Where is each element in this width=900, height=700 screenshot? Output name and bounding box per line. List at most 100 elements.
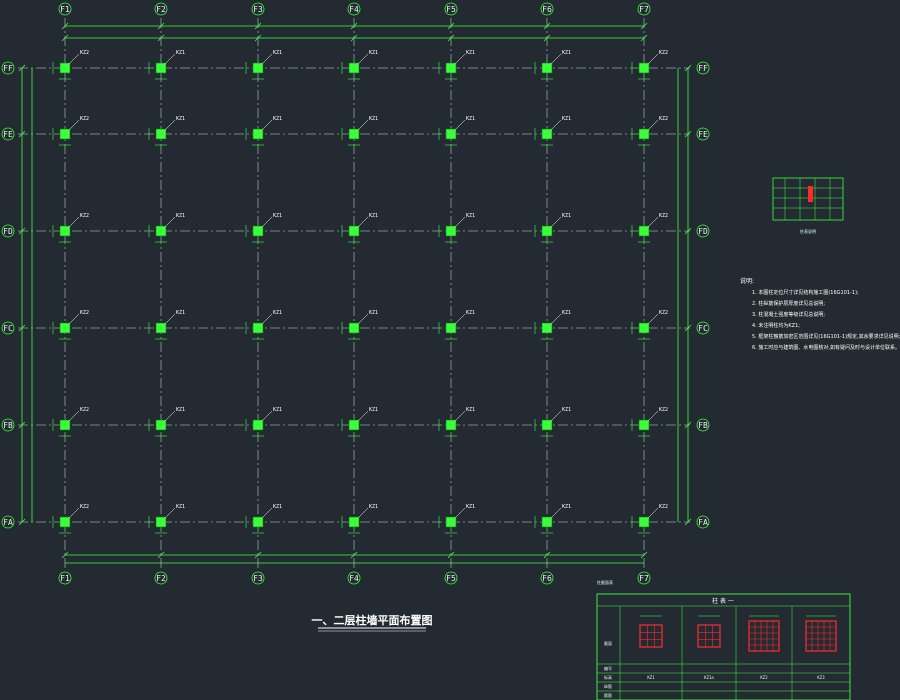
- column-tag: KZ2: [659, 407, 668, 413]
- column-section: [155, 128, 167, 140]
- column-section: [541, 322, 553, 334]
- column: KZ1: [245, 213, 282, 243]
- note-line: 5. 框架柱箍筋加密区范围详见(16G101-1)规定,其余要求详见说明;: [752, 333, 900, 340]
- schedule-row-label: 编号: [604, 665, 612, 671]
- column: KZ1: [438, 504, 475, 534]
- axis-label: F2: [156, 5, 166, 14]
- note-line: 4. 未注明柱均为KZ1;: [752, 322, 800, 329]
- column-tag: KZ1: [176, 116, 185, 122]
- column-leader: [550, 119, 562, 131]
- column: KZ1: [245, 116, 282, 146]
- column: KZ1: [534, 310, 571, 340]
- column-tag: KZ2: [80, 310, 89, 316]
- column-leader: [164, 53, 176, 65]
- column: KZ2: [52, 407, 89, 437]
- column-section: [155, 225, 167, 237]
- column: KZ1: [245, 504, 282, 534]
- axis-label: F1: [60, 574, 70, 583]
- column-leader: [647, 313, 659, 325]
- column-leader: [261, 313, 273, 325]
- column-section: [445, 225, 457, 237]
- column-section: [59, 62, 71, 74]
- column: KZ2: [631, 116, 668, 146]
- column-leader: [261, 216, 273, 228]
- column: KZ2: [631, 504, 668, 534]
- drawing-title: 一、二层柱墙平面布置图: [312, 613, 433, 627]
- column-tag: KZ2: [80, 50, 89, 56]
- column-tag: KZ1: [562, 50, 571, 56]
- column-tag: KZ1: [369, 407, 378, 413]
- section-outline: [805, 620, 837, 652]
- column-section: [445, 322, 457, 334]
- schedule-column-id: KZ3: [817, 675, 825, 680]
- axis-label: F3: [253, 574, 263, 583]
- column-section: [541, 419, 553, 431]
- column: KZ1: [438, 407, 475, 437]
- column-section: [638, 128, 650, 140]
- column-leader: [68, 410, 80, 422]
- column-section: [445, 516, 457, 528]
- column-section: [252, 516, 264, 528]
- column-tag: KZ1: [273, 504, 282, 510]
- column: KZ1: [148, 310, 185, 340]
- column: KZ1: [245, 310, 282, 340]
- column-tag: KZ1: [176, 50, 185, 56]
- axis-label: FC: [3, 324, 13, 333]
- axis-label: F7: [639, 574, 649, 583]
- column-section: [348, 225, 360, 237]
- column-section: [252, 225, 264, 237]
- column-tag: KZ1: [273, 116, 282, 122]
- column-tag: KZ1: [562, 310, 571, 316]
- axis-label: F1: [60, 5, 70, 14]
- column: KZ1: [245, 50, 282, 80]
- axis-label: F5: [446, 5, 456, 14]
- column: KZ1: [438, 213, 475, 243]
- axis-label: FA: [698, 518, 708, 527]
- column-tag: KZ1: [176, 407, 185, 413]
- column: KZ1: [534, 504, 571, 534]
- column: KZ2: [631, 310, 668, 340]
- column-schedule: 柱截面表柱 表 一截面编号标高纵筋箍筋 KZ1 KZ1a KZ2 KZ3: [596, 579, 851, 700]
- column-leader: [454, 119, 466, 131]
- column-tag: KZ1: [273, 310, 282, 316]
- note-line: 3. 柱混凝土强度等级详见总说明;: [752, 311, 825, 318]
- column-leader: [68, 313, 80, 325]
- column-section: [59, 516, 71, 528]
- column: KZ1: [534, 407, 571, 437]
- column-section: [348, 128, 360, 140]
- axis-label: F6: [542, 574, 552, 583]
- column-leader: [454, 410, 466, 422]
- column-leader: [647, 410, 659, 422]
- column-leader: [357, 410, 369, 422]
- column-tag: KZ2: [659, 504, 668, 510]
- column-leader: [550, 216, 562, 228]
- columns: KZ2 KZ1 KZ1 KZ1 KZ1 KZ1 KZ2 KZ2 KZ1 KZ1 KZ1 KZ1 KZ1 K…: [52, 50, 668, 534]
- column-tag: KZ2: [80, 504, 89, 510]
- column-leader: [454, 53, 466, 65]
- column-tag: KZ1: [466, 407, 475, 413]
- column-tag: KZ2: [659, 213, 668, 219]
- column-tag: KZ1: [562, 213, 571, 219]
- column: KZ1: [341, 504, 378, 534]
- column-tag: KZ1: [562, 407, 571, 413]
- column-section: [252, 128, 264, 140]
- column-section: [252, 62, 264, 74]
- column-tag: KZ1: [369, 504, 378, 510]
- axis-label: FD: [698, 227, 708, 236]
- column-section: [541, 128, 553, 140]
- column: KZ1: [438, 116, 475, 146]
- axis-label: FD: [3, 227, 13, 236]
- column: KZ2: [52, 50, 89, 80]
- column-tag: KZ1: [466, 50, 475, 56]
- column-leader: [357, 313, 369, 325]
- section-outline: [697, 624, 721, 648]
- column-leader: [357, 507, 369, 519]
- column-leader: [68, 53, 80, 65]
- column-tag: KZ2: [659, 116, 668, 122]
- column-section: [541, 516, 553, 528]
- schedule-header: 柱 表 一: [712, 597, 734, 605]
- column-section: [638, 62, 650, 74]
- axis-bubbles: F1 F1 F2 F2 F3 F3 F4 F4 F5 F5 F6 F6 F7 F7 FF FF FE FE FD FD…: [1, 2, 710, 585]
- column: KZ2: [631, 50, 668, 80]
- column-tag: KZ2: [80, 407, 89, 413]
